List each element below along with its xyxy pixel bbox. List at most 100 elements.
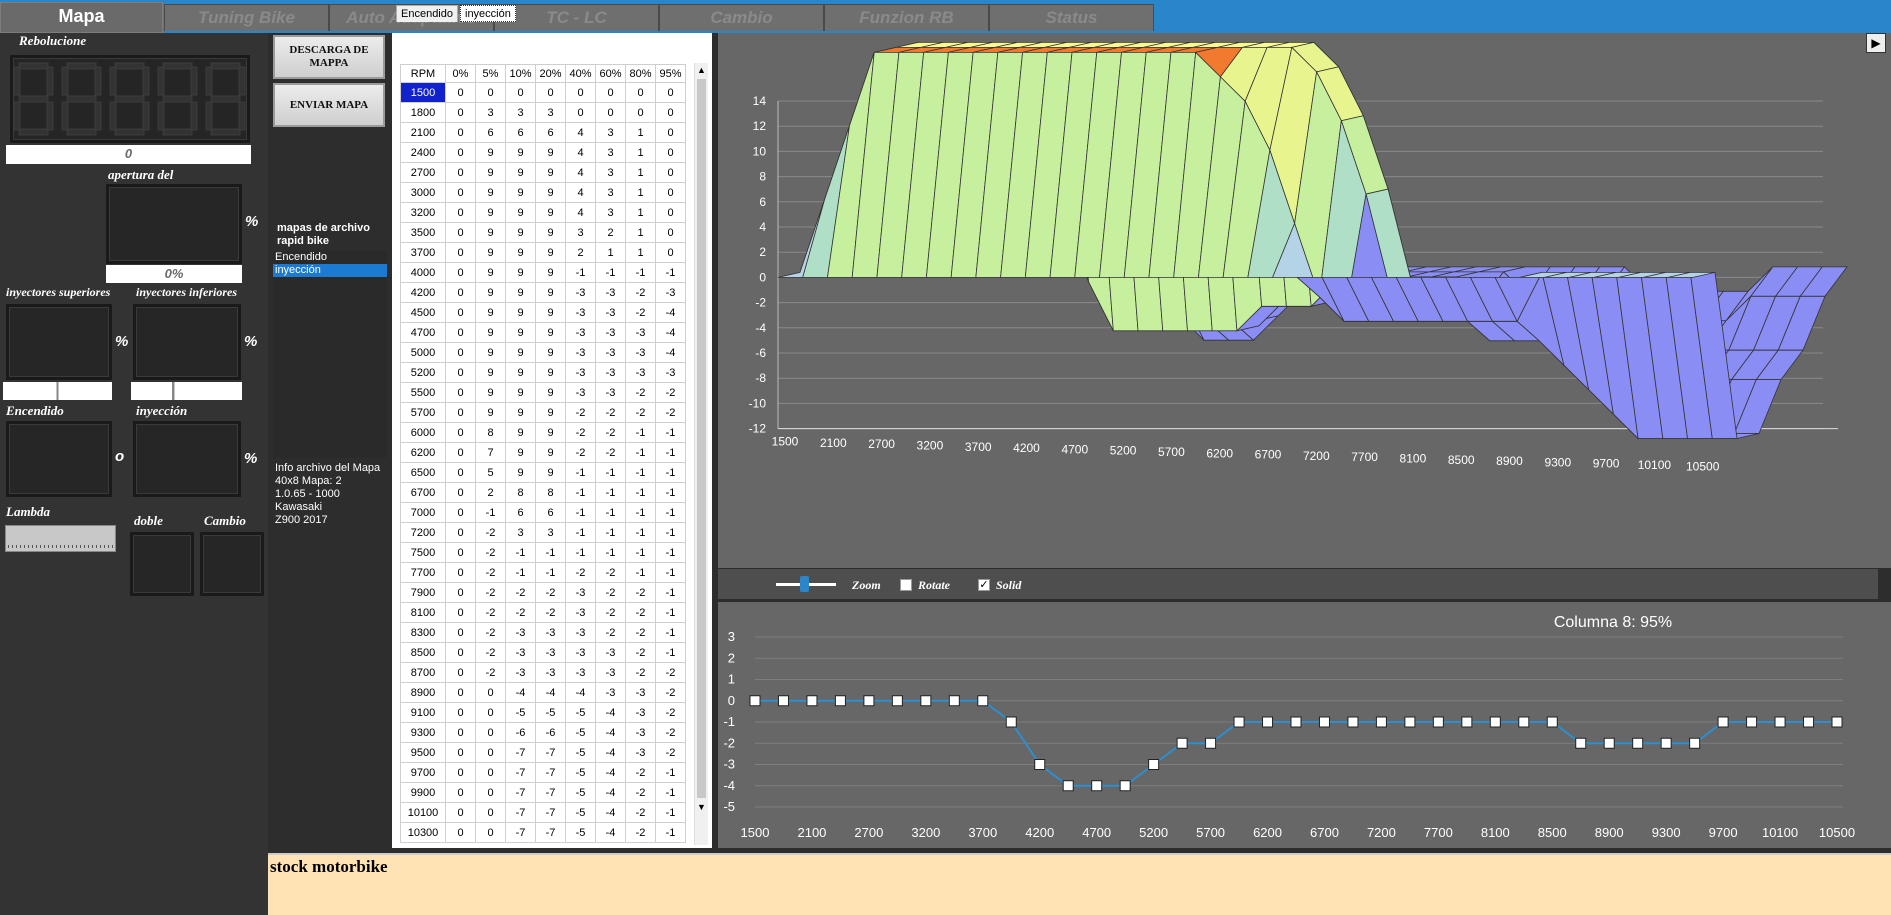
map-cell[interactable]: -2 [475, 602, 506, 623]
map-cell[interactable]: 0 [445, 522, 476, 543]
map-cell[interactable]: -3 [595, 642, 626, 663]
map-cell[interactable]: -4 [655, 302, 686, 323]
tab-tuning-bike[interactable]: Tuning Bike [164, 4, 329, 31]
map-cell[interactable]: 0 [445, 142, 476, 163]
map-cell[interactable]: -1 [655, 762, 686, 783]
map-cell[interactable]: 9 [535, 242, 566, 263]
map-cell[interactable]: -3 [565, 662, 596, 683]
map-cell[interactable]: -3 [565, 642, 596, 663]
map-cell[interactable]: 9 [475, 282, 506, 303]
map-cell[interactable]: 9 [505, 402, 536, 423]
map-cell[interactable]: 0 [445, 262, 476, 283]
rpm-row-header[interactable]: 3700 [400, 242, 446, 263]
map-cell[interactable]: -3 [565, 302, 596, 323]
map-cell[interactable]: 6 [535, 122, 566, 143]
map-cell[interactable]: 0 [445, 162, 476, 183]
map-cell[interactable]: -3 [655, 282, 686, 303]
map-cell[interactable]: 0 [475, 762, 506, 783]
map-cell[interactable]: 9 [505, 302, 536, 323]
map-cell[interactable]: -4 [595, 782, 626, 803]
map-cell[interactable]: 0 [445, 562, 476, 583]
rpm-row-header[interactable]: 3500 [400, 222, 446, 243]
map-cell[interactable]: 9 [505, 422, 536, 443]
map-cell[interactable]: -1 [655, 642, 686, 663]
map-cell[interactable]: 0 [445, 362, 476, 383]
map-cell[interactable]: -3 [535, 622, 566, 643]
map-cell[interactable]: -2 [535, 602, 566, 623]
map-cell[interactable]: -7 [535, 822, 566, 843]
map-cell[interactable]: -7 [505, 802, 536, 823]
tab-cambio[interactable]: Cambio [659, 4, 824, 31]
map-cell[interactable]: 9 [535, 142, 566, 163]
map-cell[interactable]: 0 [445, 762, 476, 783]
map-cell[interactable]: -1 [595, 502, 626, 523]
map-cell[interactable]: 9 [505, 322, 536, 343]
map-cell[interactable]: 9 [535, 202, 566, 223]
map-cell[interactable]: -2 [595, 602, 626, 623]
map-cell[interactable]: -3 [625, 682, 656, 703]
map-cell[interactable]: -2 [505, 582, 536, 603]
map-cell[interactable]: -1 [655, 262, 686, 283]
map-cell[interactable]: -3 [625, 322, 656, 343]
injection-3d-chart[interactable]: inyección14121086420-2-4-6-8-10-12150021… [718, 33, 1891, 568]
map-cell[interactable]: -3 [625, 742, 656, 763]
map-cell[interactable]: -4 [595, 762, 626, 783]
map-list-item-encendido[interactable]: Encendido [273, 251, 387, 264]
map-cell[interactable]: -4 [595, 802, 626, 823]
map-cell[interactable]: -1 [655, 622, 686, 643]
map-cell[interactable]: 8 [505, 482, 536, 503]
map-cell[interactable]: 0 [445, 482, 476, 503]
download-map-button[interactable]: DESCARGA DE MAPPA [273, 35, 385, 79]
map-cell[interactable]: 0 [655, 182, 686, 203]
map-cell[interactable]: -1 [625, 562, 656, 583]
map-cell[interactable]: 0 [655, 102, 686, 123]
map-cell[interactable]: -1 [565, 502, 596, 523]
map-cell[interactable]: -2 [655, 402, 686, 423]
map-cell[interactable]: -1 [625, 422, 656, 443]
map-cell[interactable]: -3 [565, 322, 596, 343]
map-cell[interactable]: 0 [445, 122, 476, 143]
map-cell[interactable]: -4 [535, 682, 566, 703]
map-cell[interactable]: -2 [625, 402, 656, 423]
map-cell[interactable]: -1 [655, 582, 686, 603]
tab-funzion-rb[interactable]: Funzion RB [824, 4, 989, 31]
map-cell[interactable]: 1 [625, 182, 656, 203]
map-cell[interactable]: 9 [535, 402, 566, 423]
map-cell[interactable]: -2 [655, 682, 686, 703]
map-cell[interactable]: 6 [505, 502, 536, 523]
rpm-row-header[interactable]: 2100 [400, 122, 446, 143]
map-cell[interactable]: 9 [475, 182, 506, 203]
tab-tc-lc[interactable]: TC - LC [494, 4, 659, 31]
map-list[interactable]: Encendido inyección [273, 251, 387, 458]
tab-mapa[interactable]: Mapa [0, 2, 163, 33]
map-cell[interactable]: 8 [535, 482, 566, 503]
rpm-row-header[interactable]: 8300 [400, 622, 446, 643]
rpm-row-header[interactable]: 2400 [400, 142, 446, 163]
map-cell[interactable]: -4 [595, 742, 626, 763]
map-cell[interactable]: -5 [565, 722, 596, 743]
map-cell[interactable]: -3 [595, 322, 626, 343]
map-cell[interactable]: 3 [595, 202, 626, 223]
map-cell[interactable]: 0 [475, 702, 506, 723]
map-cell[interactable]: 9 [475, 362, 506, 383]
map-cell[interactable]: 9 [475, 262, 506, 283]
column-line-chart[interactable]: Columna 8: 95% 3 2 1 0 -1 -2 -3 -4 -5 1500 2100 2700… [718, 602, 1891, 848]
map-cell[interactable]: 0 [445, 282, 476, 303]
map-cell[interactable]: -3 [565, 582, 596, 603]
map-cell[interactable]: -7 [535, 742, 566, 763]
map-cell[interactable]: 9 [535, 342, 566, 363]
map-cell[interactable]: -2 [595, 442, 626, 463]
map-cell[interactable]: -5 [565, 822, 596, 843]
notes-text[interactable]: stock motorbike [268, 855, 1891, 879]
map-cell[interactable]: -2 [475, 622, 506, 643]
map-cell[interactable]: -3 [565, 382, 596, 403]
map-cell[interactable]: -7 [535, 762, 566, 783]
column-header[interactable]: 5% [475, 64, 506, 83]
map-cell[interactable]: -1 [655, 602, 686, 623]
map-cell[interactable]: -2 [655, 722, 686, 743]
map-cell[interactable]: -2 [655, 662, 686, 683]
column-header[interactable]: 60% [595, 64, 626, 83]
map-cell[interactable]: 5 [475, 462, 506, 483]
map-cell[interactable]: 9 [475, 222, 506, 243]
map-cell[interactable]: 0 [445, 302, 476, 323]
